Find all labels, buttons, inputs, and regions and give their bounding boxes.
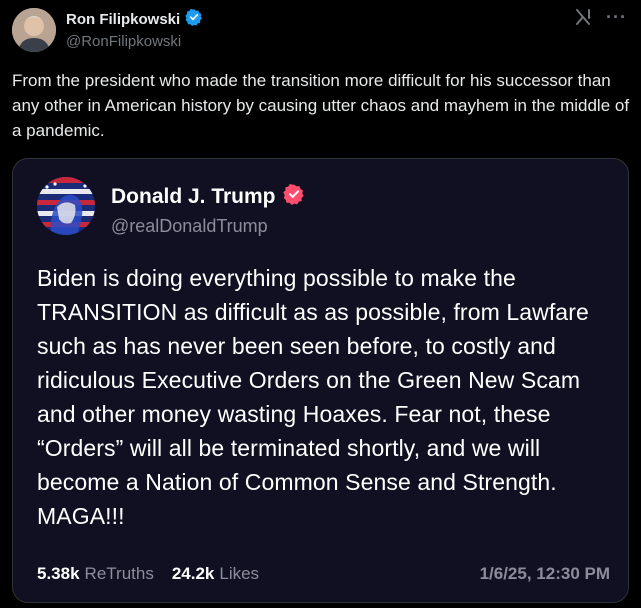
verified-badge-icon <box>185 8 203 31</box>
retruths-label: ReTruths <box>84 564 154 583</box>
likes-stat[interactable]: 24.2k Likes <box>172 564 259 584</box>
quoted-author-info: Donald J. Trump @realDonaldTrump <box>111 183 305 237</box>
author-avatar[interactable] <box>12 8 56 52</box>
quoted-author-name-row: Donald J. Trump <box>111 183 305 210</box>
author-handle[interactable]: @RonFilipkowski <box>66 33 203 50</box>
quoted-truth-timestamp[interactable]: 1/6/25, 12:30 PM <box>480 564 610 584</box>
quoted-truth-card[interactable]: Donald J. Trump @realDonaldTrump Biden i… <box>12 158 629 603</box>
quoted-verified-badge-icon <box>282 183 305 210</box>
quoted-truth-text: Biden is doing everything possible to ma… <box>37 265 589 529</box>
more-horizontal-icon[interactable]: ··· <box>606 8 627 26</box>
grok-icon[interactable] <box>574 8 592 26</box>
post: Ron Filipkowski @RonFilipkowski ··· From… <box>0 0 641 608</box>
post-text: From the president who made the transiti… <box>12 71 630 140</box>
author-name-row: Ron Filipkowski <box>66 8 203 31</box>
author-info: Ron Filipkowski @RonFilipkowski <box>66 8 203 50</box>
post-top-actions: ··· <box>574 8 627 26</box>
author-display-name[interactable]: Ron Filipkowski <box>66 11 180 28</box>
likes-count: 24.2k <box>171 564 215 583</box>
quoted-author-avatar[interactable] <box>37 177 95 235</box>
quoted-author-display-name[interactable]: Donald J. Trump <box>111 185 276 209</box>
retruths-stat[interactable]: 5.38k ReTruths <box>37 564 154 584</box>
retruths-count: 5.38k <box>37 564 80 583</box>
quoted-author-handle[interactable]: @realDonaldTrump <box>111 216 305 237</box>
likes-label: Likes <box>219 564 260 583</box>
quoted-truth-footer: 5.38k ReTruths 24.2k Likes 1/6/25, 12:30 P… <box>37 564 610 584</box>
